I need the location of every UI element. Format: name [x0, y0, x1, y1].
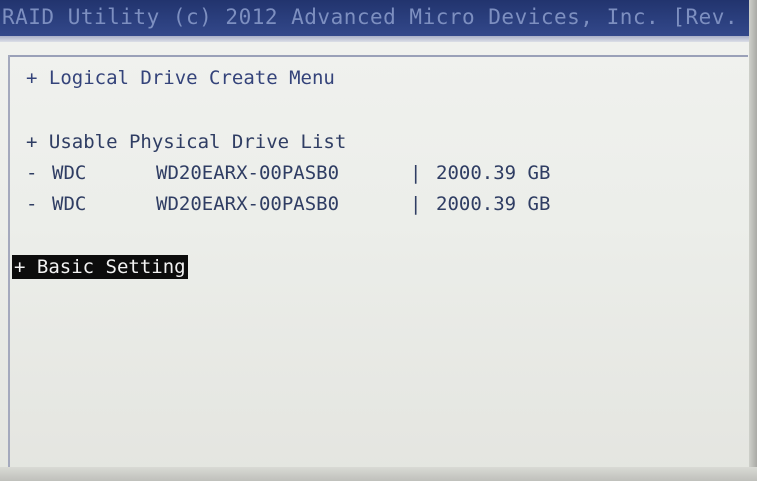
monitor-bezel-right	[749, 0, 757, 481]
drive-list-item[interactable]: - WDC WD20EARX-00PASB0 | 2000.39 GB	[26, 192, 550, 216]
menu-frame-left-border	[8, 55, 10, 475]
title-bar: RAID Utility (c) 2012 Advanced Micro Dev…	[0, 0, 757, 36]
list-bullet: -	[26, 193, 38, 215]
basic-setting-menu-item[interactable]: + Basic Setting	[12, 255, 188, 279]
bios-screen: RAID Utility (c) 2012 Advanced Micro Dev…	[0, 0, 757, 481]
title-text: RAID Utility (c) 2012 Advanced Micro Dev…	[2, 5, 739, 29]
drive-model: WD20EARX-00PASB0	[156, 193, 340, 215]
usable-physical-drive-list-header[interactable]: + Usable Physical Drive List	[26, 130, 346, 154]
drive-list-item[interactable]: - WDC WD20EARX-00PASB0 | 2000.39 GB	[26, 161, 550, 185]
column-separator: |	[410, 193, 422, 215]
drive-capacity: 2000.39 GB	[436, 193, 551, 215]
drive-vendor: WDC	[52, 162, 87, 184]
logical-drive-create-menu-item[interactable]: + Logical Drive Create Menu	[26, 66, 335, 90]
drive-capacity: 2000.39 GB	[436, 162, 551, 184]
drive-vendor: WDC	[52, 193, 87, 215]
menu-frame-top-border	[8, 55, 748, 57]
monitor-bezel-bottom	[0, 467, 757, 481]
title-divider	[0, 36, 757, 42]
list-bullet: -	[26, 162, 38, 184]
column-separator: |	[410, 162, 422, 184]
drive-model: WD20EARX-00PASB0	[156, 162, 340, 184]
